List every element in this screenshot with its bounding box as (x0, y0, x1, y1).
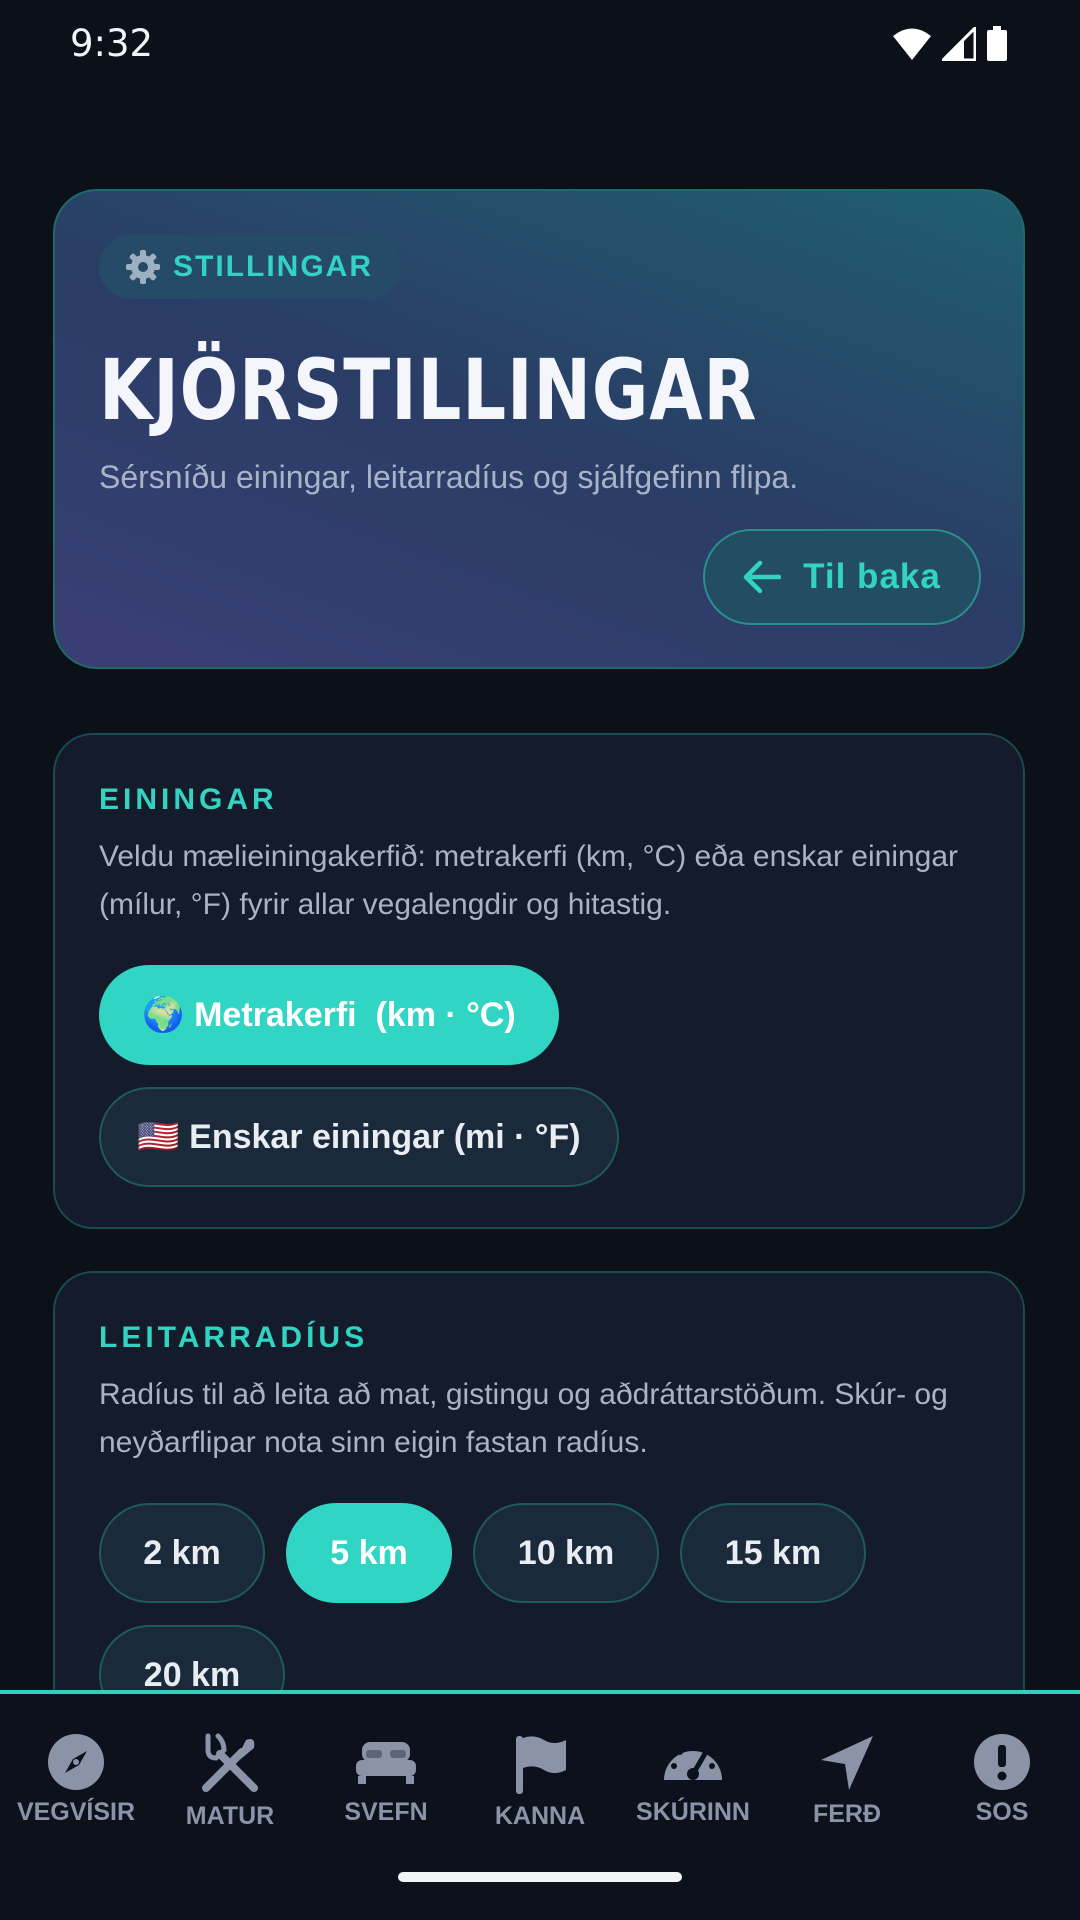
gear-icon (126, 250, 160, 284)
bed-icon (356, 1742, 416, 1784)
radius-option-label: 15 km (724, 1533, 822, 1572)
nav-item-matur[interactable]: MATUR (155, 1732, 305, 1831)
nav-label: SVEFN (344, 1798, 428, 1826)
back-button[interactable]: Til baka (703, 529, 981, 625)
battery-icon (987, 26, 1007, 61)
header-card: STILLINGAR KJÖRSTILLINGAR Sérsníðu einin… (53, 189, 1025, 669)
arrow-left-icon (743, 560, 782, 594)
units-description: Veldu mælieiningakerfið: metrakerfi (km,… (99, 840, 959, 921)
compass-icon (48, 1734, 104, 1790)
radius-title: LEITARRADÍUS (99, 1321, 369, 1354)
radius-option-2km[interactable]: 2 km (99, 1503, 265, 1603)
nav-label: SKÚRINN (636, 1798, 750, 1826)
units-title: EININGAR (99, 783, 278, 816)
radius-option-15km[interactable]: 15 km (680, 1503, 866, 1603)
unit-option-label: 🇺🇸 Enskar einingar (mi · °F) (137, 1118, 581, 1156)
unit-option-metric[interactable]: 🌍 Metrakerfi (km · °C) (99, 965, 559, 1065)
radius-option-label: 5 km (330, 1533, 408, 1572)
radius-description: Radíus til að leita að mat, gistingu og … (99, 1378, 948, 1459)
nav-label: MATUR (185, 1802, 275, 1830)
nav-label: VEGVÍSIR (16, 1798, 136, 1826)
nav-item-skurinn[interactable]: SKÚRINN (618, 1732, 768, 1827)
page-subtitle: Sérsníðu einingar, leitarradíus og sjálf… (99, 459, 799, 495)
alert-icon (974, 1734, 1030, 1790)
nav-item-ferd[interactable]: FERÐ (772, 1732, 922, 1829)
status-time: 9:32 (70, 22, 154, 65)
nav-item-vegvisir[interactable]: VEGVÍSIR (1, 1732, 151, 1827)
chip-label: STILLINGAR (173, 250, 373, 283)
cell-signal-icon (942, 27, 976, 61)
bottom-navigation: VEGVÍSIR MATUR SVEFN KANNA SKÚRINN FERÐ … (0, 1690, 1080, 1920)
radius-option-label: 20 km (143, 1655, 241, 1694)
nav-item-svefn[interactable]: SVEFN (311, 1732, 461, 1827)
page-title: KJÖRSTILLINGAR (99, 341, 758, 439)
radius-option-label: 2 km (143, 1533, 221, 1572)
unit-option-label: 🌍 Metrakerfi (km · °C) (142, 996, 516, 1034)
nav-label: KANNA (494, 1802, 586, 1830)
radius-option-5km[interactable]: 5 km (286, 1503, 452, 1603)
unit-option-imperial[interactable]: 🇺🇸 Enskar einingar (mi · °F) (99, 1087, 619, 1187)
nav-item-kanna[interactable]: KANNA (465, 1732, 615, 1831)
radius-option-10km[interactable]: 10 km (473, 1503, 659, 1603)
nav-label: FERÐ (812, 1800, 882, 1828)
utensils-icon (202, 1733, 258, 1792)
radius-option-label: 10 km (517, 1533, 615, 1572)
units-card: EININGAR Veldu mælieiningakerfið: metrak… (53, 733, 1025, 1229)
status-bar: 9:32 (0, 0, 1080, 90)
navigation-arrow-icon (821, 1736, 873, 1790)
wifi-icon (893, 28, 931, 60)
nav-label: SOS (975, 1798, 1029, 1826)
speedometer-icon (664, 1743, 722, 1780)
home-indicator[interactable] (398, 1872, 682, 1882)
section-chip: STILLINGAR (99, 235, 401, 299)
flag-icon (516, 1736, 566, 1794)
status-icons (892, 26, 1008, 62)
nav-item-sos[interactable]: SOS (927, 1732, 1077, 1827)
back-button-label: Til baka (803, 557, 941, 596)
